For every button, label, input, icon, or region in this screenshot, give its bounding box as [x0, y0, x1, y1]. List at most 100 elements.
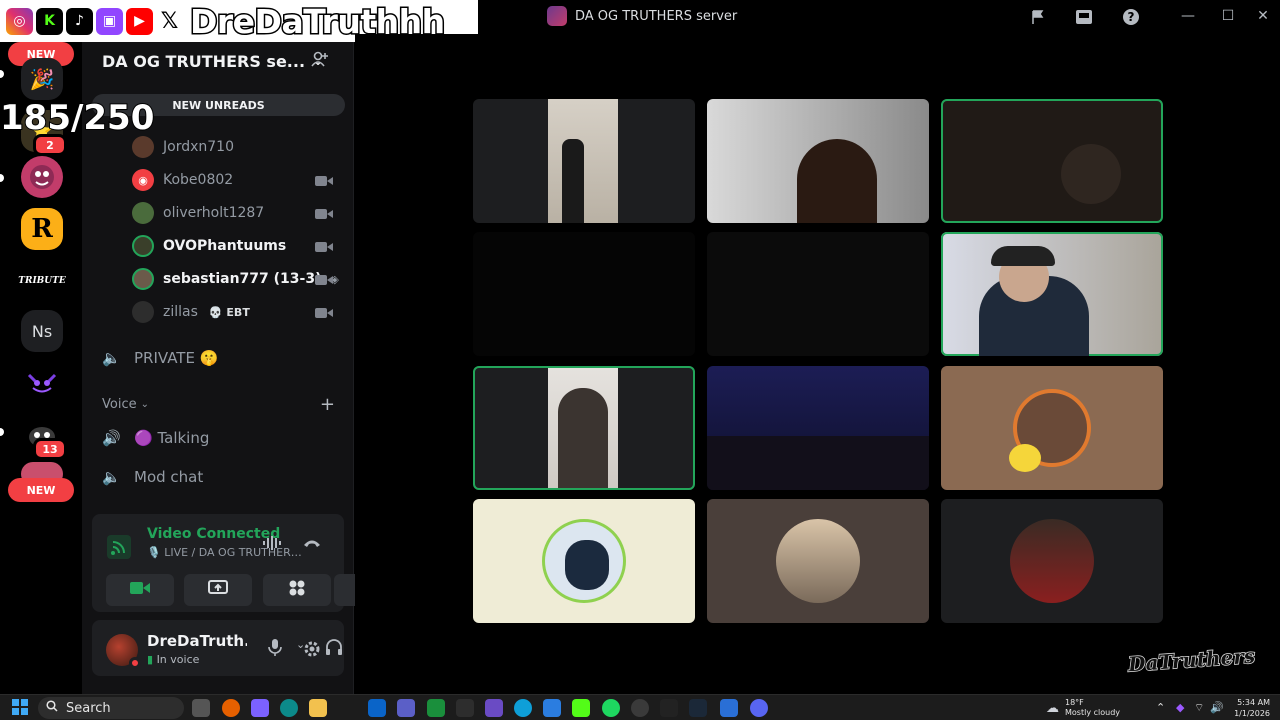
- member-name: Jordxn710: [163, 139, 234, 155]
- member-name: zillas: [163, 304, 198, 320]
- video-tile-dark[interactable]: [707, 232, 929, 356]
- add-channel-icon[interactable]: +: [320, 394, 335, 415]
- title-bar: DA OG TRUTHERS server ? — ☐ ✕: [355, 0, 1280, 34]
- username[interactable]: DreDaTruth...: [147, 632, 247, 650]
- screen-share-button[interactable]: [184, 574, 252, 606]
- app-icon[interactable]: [514, 699, 532, 717]
- settings-gear-icon[interactable]: [303, 640, 321, 662]
- channel-sidebar: DA OG TRUTHERS se... ⌄ NEW UNREADS Jordx…: [82, 42, 404, 694]
- video-feed: [548, 368, 618, 488]
- voice-member[interactable]: ◉ Kobe0802: [132, 166, 233, 194]
- video-tile[interactable]: [473, 99, 695, 223]
- channel-name: 🟣 Talking: [134, 429, 210, 447]
- tribute-server-icon[interactable]: TRIBUTE: [18, 260, 66, 302]
- ns-label: Ns: [31, 321, 53, 341]
- new-unread-pill-bottom[interactable]: NEW: [8, 478, 74, 502]
- video-tile-avatar[interactable]: [941, 499, 1163, 623]
- activities-button[interactable]: [263, 574, 331, 606]
- edge-icon[interactable]: [280, 699, 298, 717]
- invite-people-icon[interactable]: [311, 50, 329, 72]
- x-icon: 𝕏: [156, 7, 183, 35]
- voice-category[interactable]: Voice ⌄: [102, 397, 149, 412]
- maximize-icon[interactable]: ☐: [1210, 4, 1246, 28]
- clock-time: 5:34 AM: [1237, 698, 1270, 707]
- app-icon[interactable]: [660, 699, 678, 717]
- copilot-icon[interactable]: [251, 699, 269, 717]
- teams-icon[interactable]: [397, 699, 415, 717]
- video-tile-off[interactable]: [473, 232, 695, 356]
- windows-start-icon[interactable]: [12, 699, 30, 717]
- file-explorer-icon[interactable]: [309, 699, 327, 717]
- close-icon[interactable]: ✕: [1245, 4, 1280, 28]
- channel-mod-chat[interactable]: 🔈 Mod chat: [102, 462, 203, 492]
- spotify-icon[interactable]: [602, 699, 620, 717]
- noise-suppression-icon[interactable]: [262, 535, 282, 555]
- rockstar-server-icon[interactable]: R: [21, 208, 63, 250]
- voice-member[interactable]: zillas 💀 EBT: [132, 298, 250, 326]
- category-name: Voice: [102, 397, 137, 412]
- video-tile-speaking[interactable]: [941, 99, 1163, 223]
- avatar[interactable]: [106, 634, 141, 669]
- voice-member[interactable]: oliverholt1287: [132, 199, 264, 227]
- tribute-label: TRIBUTE: [18, 276, 66, 286]
- voice-status[interactable]: Video Connected: [147, 526, 280, 542]
- task-view-icon[interactable]: [192, 699, 210, 717]
- avatar: [776, 519, 860, 603]
- obs-icon[interactable]: [631, 699, 649, 717]
- taskbar-clock[interactable]: 5:34 AM 1/1/2026: [1226, 697, 1270, 719]
- member-name: Kobe0802: [163, 172, 234, 188]
- minimize-icon[interactable]: —: [1170, 4, 1206, 28]
- channel-private[interactable]: 🔈 PRIVATE 🤫: [102, 343, 218, 373]
- video-tile[interactable]: [707, 99, 929, 223]
- channel-talking[interactable]: 🔊 🟣 Talking: [102, 423, 209, 453]
- voice-member-speaking[interactable]: OVOPhantuums: [132, 232, 286, 260]
- app-icon[interactable]: [456, 699, 474, 717]
- app-icon[interactable]: [543, 699, 561, 717]
- app-icon[interactable]: [427, 699, 445, 717]
- server-icon-8[interactable]: 13: [21, 414, 67, 460]
- tray-app-icon[interactable]: ◆: [1176, 701, 1184, 714]
- duck-icon: [1009, 444, 1041, 472]
- video-tile[interactable]: [707, 366, 929, 490]
- server-name: DA OG TRUTHERS se...: [102, 51, 306, 71]
- app-icon[interactable]: [720, 699, 738, 717]
- chevron-up-icon[interactable]: ⌃: [1156, 701, 1165, 714]
- help-icon[interactable]: ?: [1120, 6, 1142, 28]
- kick-app-icon[interactable]: [572, 699, 590, 717]
- discord-app-icon[interactable]: [750, 699, 768, 717]
- weather-temp: 18°F: [1065, 698, 1084, 707]
- camera-icon: [315, 175, 333, 187]
- chevron-down-icon: ⌄: [140, 399, 149, 410]
- server-icon-1[interactable]: 🎉: [21, 58, 63, 100]
- ns-server-icon[interactable]: Ns: [21, 310, 63, 352]
- steam-icon[interactable]: [689, 699, 707, 717]
- camera-button[interactable]: [106, 574, 174, 606]
- avatar: [132, 136, 154, 158]
- video-tile-avatar[interactable]: [941, 366, 1163, 490]
- signal-icon[interactable]: [106, 534, 132, 560]
- member-tag: 💀 EBT: [208, 305, 250, 319]
- video-tile-speaking[interactable]: [941, 232, 1163, 356]
- firefox-icon[interactable]: [222, 699, 240, 717]
- video-tile-speaking[interactable]: [473, 366, 695, 490]
- server-icon-3[interactable]: [21, 156, 63, 198]
- app-icon[interactable]: [485, 699, 503, 717]
- server-icon-7[interactable]: [21, 362, 63, 404]
- disconnect-icon[interactable]: [302, 535, 322, 554]
- video-tile-avatar[interactable]: [473, 499, 695, 623]
- weather-widget[interactable]: ☁ 18°F Mostly cloudy: [1046, 698, 1120, 718]
- wifi-icon[interactable]: ⌔: [1194, 701, 1204, 715]
- headphones-icon[interactable]: [325, 638, 343, 660]
- activities-icon: [288, 579, 306, 601]
- outlook-icon[interactable]: [368, 699, 386, 717]
- avatar: [132, 301, 154, 323]
- video-camera-icon: [130, 581, 150, 599]
- flag-icon[interactable]: [1027, 6, 1049, 28]
- chevron-down-icon[interactable]: ⌄: [271, 638, 280, 651]
- volume-icon[interactable]: 🔊: [1210, 701, 1224, 714]
- inbox-icon[interactable]: [1073, 6, 1095, 28]
- voice-member[interactable]: sebastian777 (13-3) ◈: [132, 265, 339, 293]
- unread-pip: [0, 70, 4, 78]
- taskbar-search[interactable]: Search: [38, 697, 184, 719]
- video-tile-avatar[interactable]: [707, 499, 929, 623]
